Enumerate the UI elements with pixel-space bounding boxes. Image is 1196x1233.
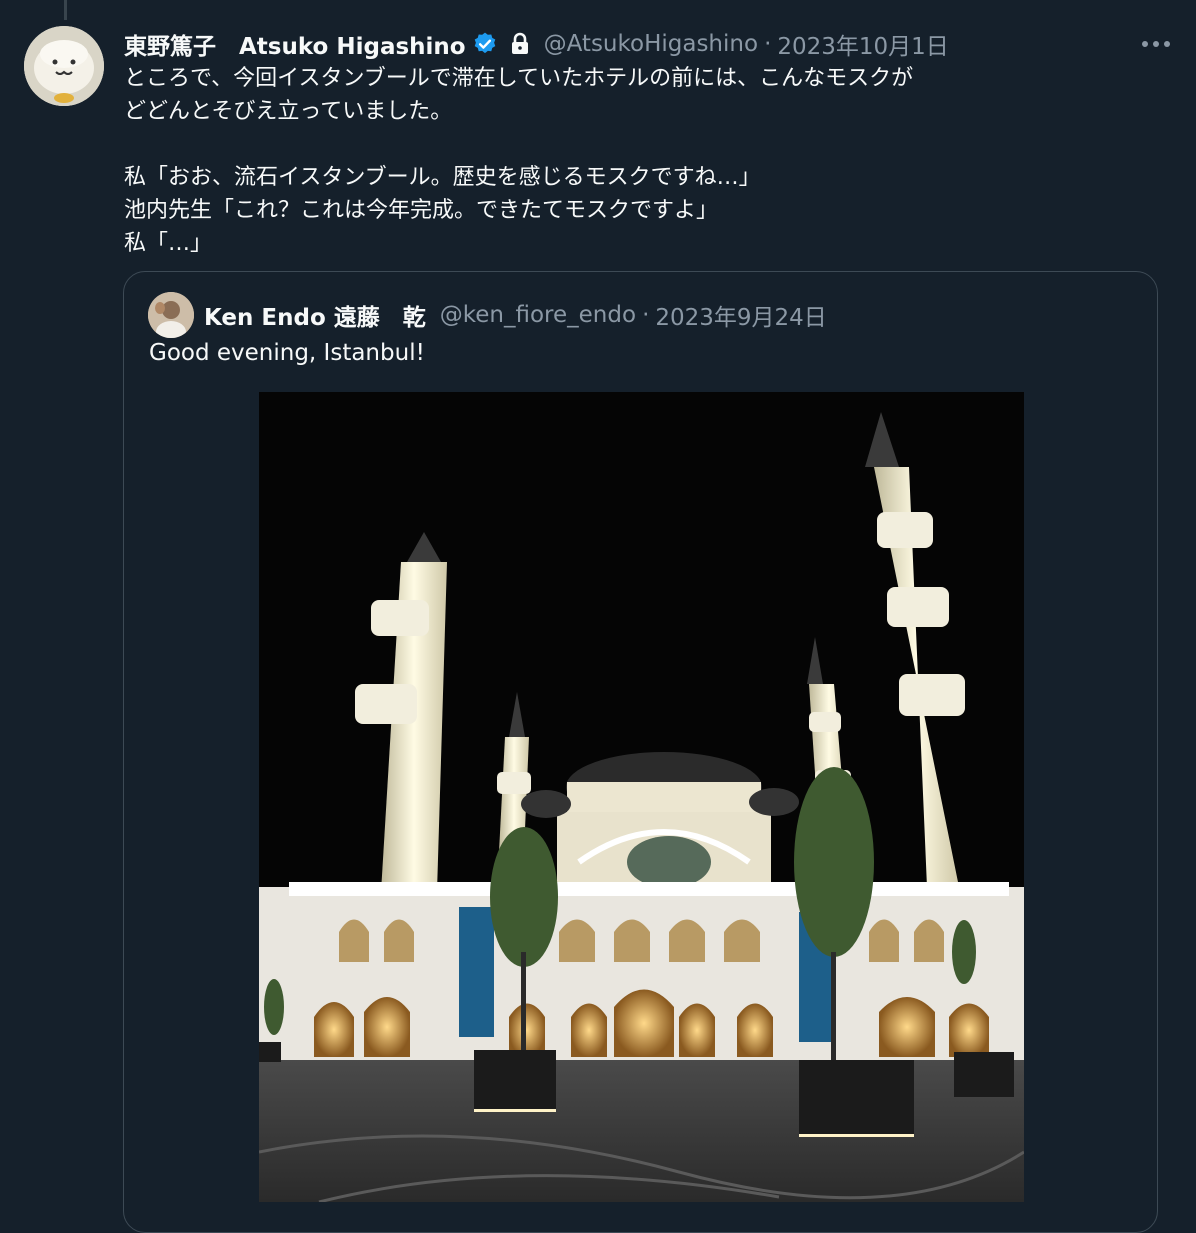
- tweet-line: ところで、今回イスタンブールで滞在していたホテルの前には、こんなモスクが: [124, 66, 914, 91]
- tweet-header: 東野篤子 Atsuko Higashino @AtsukoHigashino ·…: [124, 26, 1174, 62]
- quoted-tweet-date: 2023年9月24日: [655, 305, 827, 331]
- quoted-tweet-header: Ken Endo 遠藤 乾 @ken_fiore_endo · 2023年9月2…: [148, 292, 827, 338]
- tweet-text: ところで、今回イスタンブールで滞在していたホテルの前には、こんなモスクが どどん…: [124, 62, 1174, 260]
- mosque-at-night-photo[interactable]: [259, 392, 1024, 1202]
- character-avatar-icon: [24, 26, 104, 106]
- lock-icon: [511, 32, 528, 54]
- quoted-tweet-card[interactable]: Ken Endo 遠藤 乾 @ken_fiore_endo · 2023年9月2…: [123, 271, 1158, 1233]
- tweet-line: どどんとそびえ立っていました。: [124, 99, 453, 124]
- tweet-line: 私「おお、流石イスタンブール。歴史を感じるモスクですね…」: [124, 165, 761, 190]
- author-handle[interactable]: @AtsukoHigashino: [544, 31, 758, 57]
- separator-dot: ·: [764, 31, 772, 57]
- thread-connector-line: [64, 0, 67, 20]
- user-avatar-icon: [148, 292, 194, 338]
- tweet-blank-line: [124, 128, 1174, 161]
- quoted-author-name: Ken Endo 遠藤 乾: [204, 305, 426, 331]
- quoted-tweet-text: Good evening, Istanbul!: [149, 340, 425, 366]
- tweet: 東野篤子 Atsuko Higashino @AtsukoHigashino ·…: [124, 26, 1174, 260]
- tweet-line: 池内先生「これ？これは今年完成。できたてモスクですよ」: [124, 198, 719, 223]
- separator-dot: ·: [642, 302, 650, 328]
- quoted-author-handle: @ken_fiore_endo: [439, 302, 637, 328]
- author-name[interactable]: 東野篤子 Atsuko Higashino: [124, 27, 466, 61]
- more-options-button[interactable]: [1138, 26, 1174, 62]
- tweet-line: 私「…」: [124, 231, 213, 256]
- more-options-icon: [1142, 41, 1170, 47]
- author-avatar[interactable]: [24, 26, 104, 106]
- tweet-date[interactable]: 2023年10月1日: [777, 27, 948, 61]
- quoted-author-avatar: [148, 292, 194, 338]
- verified-badge-icon[interactable]: [472, 31, 498, 57]
- mosque-photo-illustration: [259, 392, 1024, 1202]
